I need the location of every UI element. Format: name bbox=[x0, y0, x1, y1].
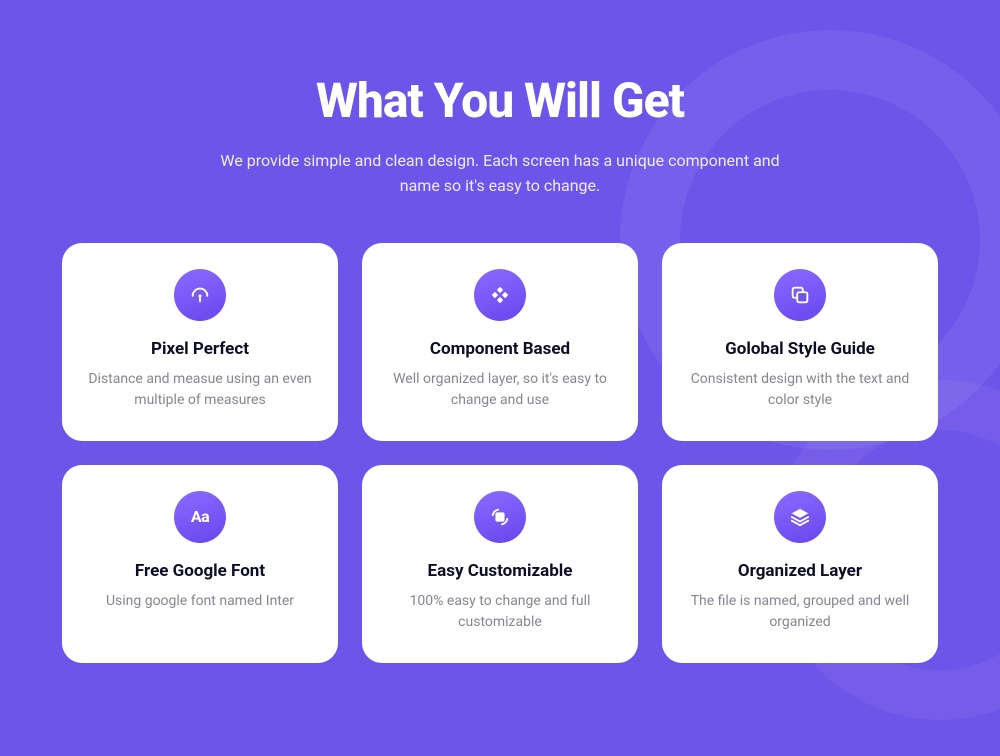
pixel-perfect-icon bbox=[174, 269, 226, 321]
feature-title: Golobal Style Guide bbox=[725, 339, 875, 359]
features-grid: Pixel Perfect Distance and measue using … bbox=[62, 243, 938, 663]
feature-card-pixel-perfect: Pixel Perfect Distance and measue using … bbox=[62, 243, 338, 441]
feature-title: Easy Customizable bbox=[428, 561, 573, 581]
customizable-icon bbox=[474, 491, 526, 543]
component-based-icon bbox=[474, 269, 526, 321]
feature-card-google-font: Aa Free Google Font Using google font na… bbox=[62, 465, 338, 663]
feature-description: 100% easy to change and full customizabl… bbox=[386, 591, 614, 633]
feature-description: The file is named, grouped and well orga… bbox=[686, 591, 914, 633]
feature-description: Well organized layer, so it's easy to ch… bbox=[386, 369, 614, 411]
section-subheading: We provide simple and clean design. Each… bbox=[220, 149, 780, 199]
feature-title: Free Google Font bbox=[135, 561, 265, 581]
feature-card-global-style: Golobal Style Guide Consistent design wi… bbox=[662, 243, 938, 441]
feature-description: Distance and measue using an even multip… bbox=[86, 369, 314, 411]
feature-description: Using google font named Inter bbox=[106, 591, 294, 612]
feature-card-customizable: Easy Customizable 100% easy to change an… bbox=[362, 465, 638, 663]
feature-title: Organized Layer bbox=[738, 561, 862, 581]
feature-card-component-based: Component Based Well organized layer, so… bbox=[362, 243, 638, 441]
layers-icon bbox=[774, 491, 826, 543]
font-icon: Aa bbox=[174, 491, 226, 543]
feature-description: Consistent design with the text and colo… bbox=[686, 369, 914, 411]
feature-title: Pixel Perfect bbox=[151, 339, 249, 359]
feature-title: Component Based bbox=[430, 339, 570, 359]
feature-card-organized-layer: Organized Layer The file is named, group… bbox=[662, 465, 938, 663]
section-heading: What You Will Get bbox=[62, 72, 938, 129]
global-style-icon bbox=[774, 269, 826, 321]
features-section: What You Will Get We provide simple and … bbox=[0, 0, 1000, 723]
